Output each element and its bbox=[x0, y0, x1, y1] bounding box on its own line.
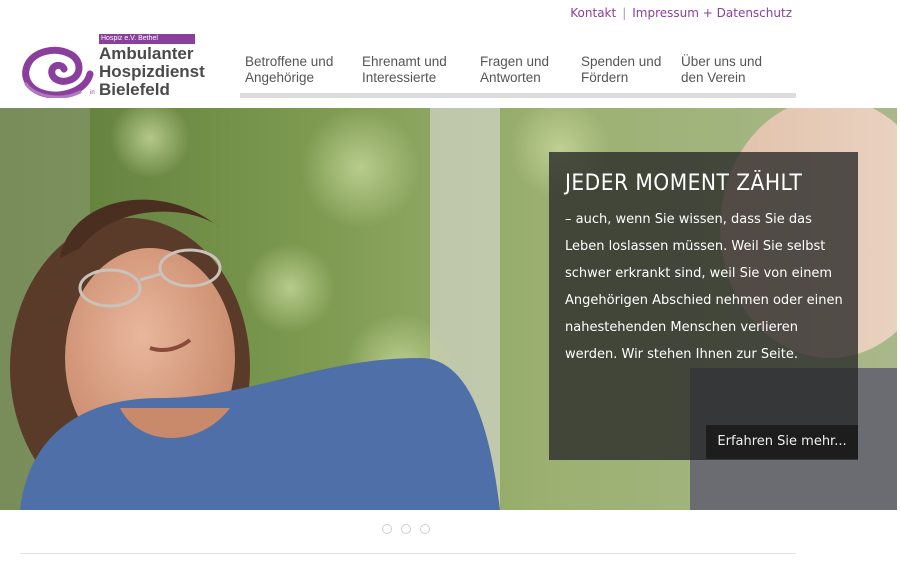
slide-caption: JEDER MOMENT ZÄHLT – auch, wenn Sie wiss… bbox=[549, 152, 858, 460]
slider-dot[interactable] bbox=[382, 524, 392, 534]
content-divider bbox=[20, 553, 796, 554]
slide-heading: JEDER MOMENT ZÄHLT bbox=[565, 171, 803, 196]
nav-item-betroffene[interactable]: Betroffene und Angehörige bbox=[245, 54, 333, 86]
logo-line-1: Ambulanter bbox=[99, 44, 194, 63]
nav-item-line2: Interessierte bbox=[362, 70, 437, 85]
nav-item-line1: Über uns und bbox=[681, 54, 763, 69]
nav-item-line2: den Verein bbox=[681, 70, 746, 85]
nav-item-line2: Fördern bbox=[581, 70, 629, 85]
nav-item-line1: Betroffene und bbox=[245, 54, 334, 69]
swirl-logo-icon bbox=[22, 46, 94, 98]
nav-item-ehrenamt[interactable]: Ehrenamt und Interessierte bbox=[362, 54, 447, 86]
nav-item-line1: Ehrenamt und bbox=[362, 54, 447, 69]
nav-item-line1: Spenden und bbox=[581, 54, 662, 69]
logo-line-2: Hospizdienst bbox=[99, 62, 205, 81]
top-links-separator: | bbox=[622, 6, 627, 20]
nav-underline bbox=[240, 93, 796, 98]
learn-more-button[interactable]: Erfahren Sie mehr... bbox=[706, 425, 858, 459]
nav-item-line2: Angehörige bbox=[245, 70, 315, 85]
slide-text: – auch, wenn Sie wissen, dass Sie das Le… bbox=[565, 212, 843, 362]
site-logo[interactable]: Hospiz e.V. Bethel Ambulanter Hospizdien… bbox=[20, 34, 205, 102]
nav-item-line1: Fragen und bbox=[480, 54, 550, 69]
top-links: Kontakt | Impressum + Datenschutz bbox=[570, 6, 792, 20]
nav-item-line2: Antworten bbox=[480, 70, 541, 85]
nav-item-fragen[interactable]: Fragen und Antworten bbox=[480, 54, 549, 86]
nav-item-spenden[interactable]: Spenden und Fördern bbox=[581, 54, 661, 86]
slider-dot[interactable] bbox=[401, 524, 411, 534]
logo-tag: Hospiz e.V. Bethel bbox=[99, 34, 195, 44]
slider-dot[interactable] bbox=[420, 524, 430, 534]
logo-line-3-text: Bielefeld bbox=[99, 80, 170, 99]
kontakt-link[interactable]: Kontakt bbox=[570, 6, 616, 20]
impressum-link[interactable]: Impressum + Datenschutz bbox=[632, 6, 792, 20]
logo-line-3: Bielefeld bbox=[90, 81, 170, 98]
nav-item-ueber-uns[interactable]: Über uns und den Verein bbox=[681, 54, 762, 86]
